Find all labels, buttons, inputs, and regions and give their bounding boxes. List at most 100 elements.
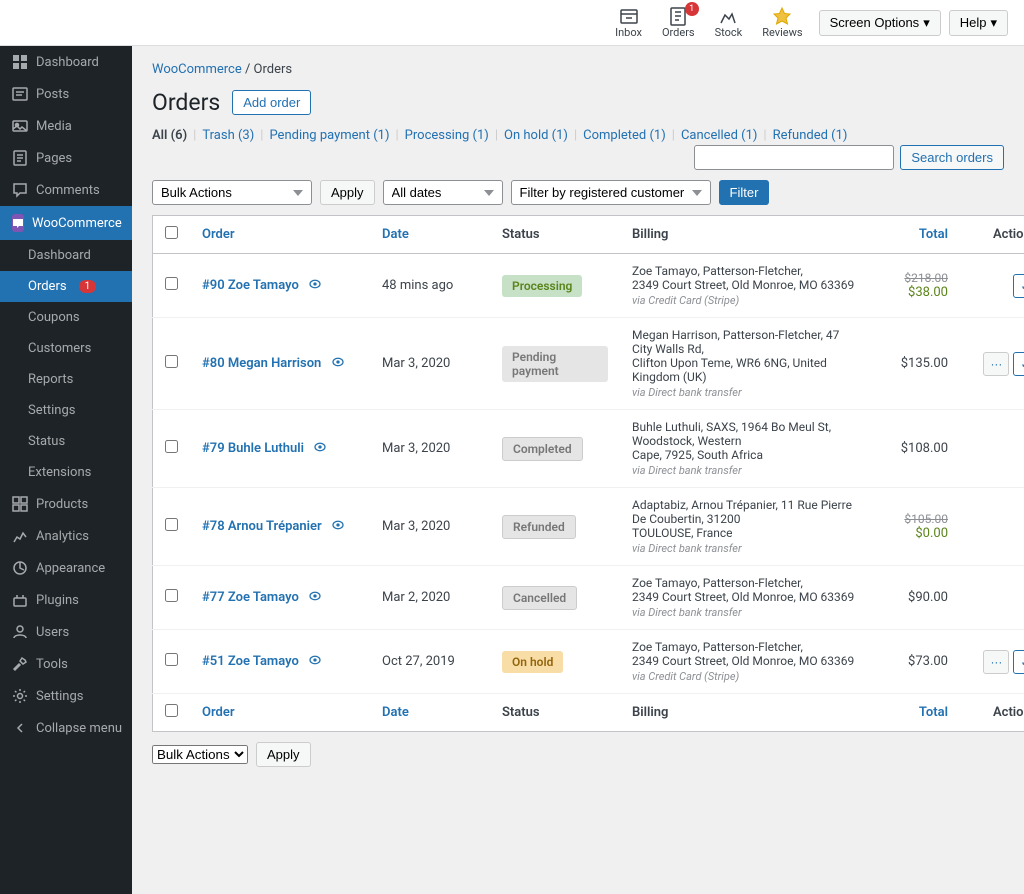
sidebar-item-appearance[interactable]: Appearance (0, 552, 132, 584)
sidebar-item-woo-dashboard[interactable]: Dashboard (0, 240, 132, 271)
eye-icon-4[interactable] (308, 590, 322, 605)
filter-button[interactable]: Filter (719, 180, 770, 205)
filter-tab-refunded[interactable]: Refunded (1) (773, 128, 848, 143)
status-badge: Pending payment (502, 346, 608, 382)
row-checkbox-3[interactable] (165, 518, 178, 531)
filter-tab-completed[interactable]: Completed (1) (583, 128, 666, 143)
search-area: Search orders (694, 145, 1004, 170)
bulk-actions-select[interactable]: Bulk Actions (152, 180, 312, 205)
action-dots-button-1[interactable]: ··· (983, 352, 1009, 376)
th-date-bottom[interactable]: Date (370, 694, 490, 732)
apply-button-bottom[interactable]: Apply (256, 742, 311, 767)
order-cell: #78 Arnou Trépanier (190, 488, 370, 566)
row-checkbox-4[interactable] (165, 589, 178, 602)
row-checkbox-0[interactable] (165, 277, 178, 290)
date-filter-select[interactable]: All dates January 2020 February 2020 Mar… (383, 180, 503, 205)
stock-icon-btn[interactable]: Stock (715, 6, 743, 39)
sidebar-item-woo-settings[interactable]: Settings (0, 395, 132, 426)
billing-cell: Zoe Tamayo, Patterson-Fletcher,2349 Cour… (620, 254, 870, 318)
filter-tab-onhold[interactable]: On hold (1) (504, 128, 568, 143)
search-input[interactable] (694, 145, 894, 170)
search-orders-button[interactable]: Search orders (900, 145, 1004, 170)
filter-tab-pending[interactable]: Pending payment (1) (269, 128, 389, 143)
add-order-button[interactable]: Add order (232, 90, 311, 115)
order-link-3[interactable]: #78 Arnou Trépanier (202, 519, 322, 534)
th-total-bottom[interactable]: Total (870, 694, 960, 732)
th-order[interactable]: Order (190, 216, 370, 254)
eye-icon-3[interactable] (331, 519, 345, 534)
sidebar-item-woo-reports[interactable]: Reports (0, 364, 132, 395)
screen-options-button[interactable]: Screen Options ▾ (819, 10, 941, 36)
sidebar-item-tools[interactable]: Tools (0, 648, 132, 680)
sidebar-item-users[interactable]: Users (0, 616, 132, 648)
sidebar-item-woo-customers[interactable]: Customers (0, 333, 132, 364)
sidebar-item-woocommerce[interactable]: WooCommerce (0, 206, 132, 240)
status-badge: Cancelled (502, 586, 577, 610)
sidebar-item-woo-status[interactable]: Status (0, 426, 132, 457)
orders-icon-btn[interactable]: 1 Orders (662, 6, 695, 39)
sidebar-item-comments[interactable]: Comments (0, 174, 132, 206)
order-link-1[interactable]: #80 Megan Harrison (202, 356, 321, 371)
row-checkbox-5[interactable] (165, 653, 178, 666)
sidebar-item-woo-extensions[interactable]: Extensions (0, 457, 132, 488)
sidebar-item-posts[interactable]: Posts (0, 78, 132, 110)
order-cell: #51 Zoe Tamayo (190, 630, 370, 694)
eye-icon-5[interactable] (308, 654, 322, 669)
billing-via: via Direct bank transfer (632, 464, 858, 477)
bulk-actions-select-bottom[interactable]: Bulk Actions (152, 745, 248, 764)
apply-button-top[interactable]: Apply (320, 180, 375, 205)
filter-tab-processing[interactable]: Processing (1) (405, 128, 489, 143)
select-all-checkbox-bottom[interactable] (165, 704, 178, 717)
order-link-4[interactable]: #77 Zoe Tamayo (202, 590, 299, 605)
order-link-2[interactable]: #79 Buhle Luthuli (202, 441, 304, 456)
sidebar-item-woo-orders[interactable]: Orders 1 (0, 271, 132, 302)
filter-tab-all[interactable]: All (6) (152, 128, 187, 143)
sidebar-item-media[interactable]: Media (0, 110, 132, 142)
eye-icon-2[interactable] (313, 441, 327, 456)
select-all-checkbox[interactable] (165, 226, 178, 239)
actions-cell (960, 410, 1024, 488)
sidebar-item-products[interactable]: Products (0, 488, 132, 520)
filter-tab-trash[interactable]: Trash (3) (202, 128, 254, 143)
price-current: $38.00 (882, 285, 948, 300)
eye-icon-0[interactable] (308, 278, 322, 293)
th-total[interactable]: Total (870, 216, 960, 254)
orders-count-badge: 1 (79, 280, 97, 293)
order-link-0[interactable]: #90 Zoe Tamayo (202, 278, 299, 293)
row-checkbox-2[interactable] (165, 440, 178, 453)
total-cell: $108.00 (870, 410, 960, 488)
order-link-5[interactable]: #51 Zoe Tamayo (202, 654, 299, 669)
top-bar-buttons: Screen Options ▾ Help ▾ (819, 10, 1008, 36)
action-check-button-1[interactable]: ✓ (1013, 352, 1024, 376)
row-checkbox-cell (153, 630, 191, 694)
billing-via: via Direct bank transfer (632, 606, 858, 619)
layout: Dashboard Posts Media Pages Comments Woo… (0, 46, 1024, 894)
sidebar-item-dashboard[interactable]: Dashboard (0, 46, 132, 78)
th-date[interactable]: Date (370, 216, 490, 254)
sidebar-item-pages[interactable]: Pages (0, 142, 132, 174)
help-button[interactable]: Help ▾ (949, 10, 1008, 36)
action-check-button-0[interactable]: ✓ (1013, 274, 1024, 298)
eye-icon-1[interactable] (331, 356, 345, 371)
reviews-icon-btn[interactable]: Reviews (762, 6, 802, 39)
inbox-icon-btn[interactable]: Inbox (615, 6, 642, 39)
action-check-button-5[interactable]: ✓ (1013, 650, 1024, 674)
filter-tab-cancelled[interactable]: Cancelled (1) (681, 128, 757, 143)
row-checkbox-1[interactable] (165, 355, 178, 368)
sidebar-collapse[interactable]: Collapse menu (0, 712, 132, 744)
status-badge: Completed (502, 437, 583, 461)
sidebar-item-settings[interactable]: Settings (0, 680, 132, 712)
billing-name: Zoe Tamayo, Patterson-Fletcher,2349 Cour… (632, 264, 858, 292)
sidebar-item-analytics[interactable]: Analytics (0, 520, 132, 552)
action-dots-button-5[interactable]: ··· (983, 650, 1009, 674)
order-cell: #79 Buhle Luthuli (190, 410, 370, 488)
sidebar-item-woo-coupons[interactable]: Coupons (0, 302, 132, 333)
th-check (153, 216, 191, 254)
row-checkbox-cell (153, 488, 191, 566)
breadcrumb-woo-link[interactable]: WooCommerce (152, 62, 242, 77)
th-actions-bottom: Actions (960, 694, 1024, 732)
th-order-bottom[interactable]: Order (190, 694, 370, 732)
customer-filter-select[interactable]: Filter by registered customer (511, 180, 711, 205)
date-cell: 48 mins ago (370, 254, 490, 318)
sidebar-item-plugins[interactable]: Plugins (0, 584, 132, 616)
